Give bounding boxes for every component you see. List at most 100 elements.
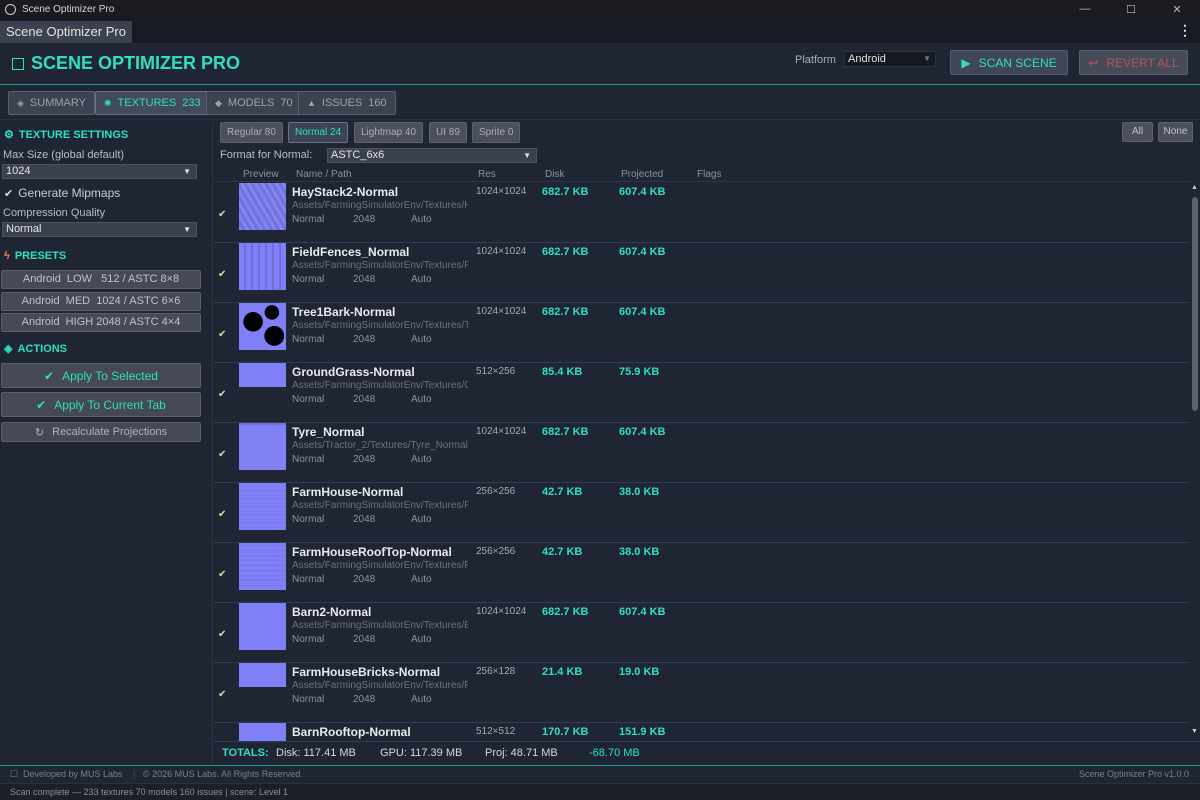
subtab-sprite[interactable]: Sprite 0 <box>472 122 521 143</box>
window-tab[interactable]: Scene Optimizer Pro <box>0 21 132 43</box>
table-row[interactable]: ✔ Tyre_Normal Assets/Tractor_2/Textures/… <box>214 423 1190 483</box>
row-checkbox[interactable]: ✔ <box>218 509 226 520</box>
subtab-lightmap[interactable]: Lightmap 40 <box>354 122 424 143</box>
max-size-select[interactable]: 1024 ▼ <box>2 164 197 179</box>
row-checkbox[interactable]: ✔ <box>218 449 226 460</box>
row-checkbox[interactable]: ✔ <box>218 569 226 580</box>
texture-compression: Auto <box>411 394 432 405</box>
texture-disk: 682.7 KB <box>542 306 589 318</box>
presets-title: ϟ PRESETS <box>4 250 66 262</box>
maximize-icon[interactable]: ☐ <box>1108 3 1154 16</box>
tab-issues[interactable]: ▲ ISSUES 160 <box>298 91 396 115</box>
tab-issues-label: ISSUES <box>321 97 363 109</box>
texture-max-size: 2048 <box>353 334 376 345</box>
scroll-up-icon[interactable]: ▲ <box>1191 184 1198 191</box>
tab-textures[interactable]: ✺ TEXTURES 233 <box>95 91 210 115</box>
texture-compression: Auto <box>411 694 432 705</box>
subtab-regular[interactable]: Regular 80 <box>220 122 283 143</box>
tab-models[interactable]: ◆ MODELS 70 <box>206 91 302 115</box>
header: SCENE OPTIMIZER PRO Platform Android ▼ ▶… <box>0 43 1200 85</box>
window-tab-bar: Scene Optimizer Pro ⋮ <box>0 18 1200 43</box>
select-none-button[interactable]: None <box>1158 122 1193 142</box>
texture-compression: Auto <box>411 634 432 645</box>
texture-max-size: 2048 <box>353 694 376 705</box>
row-checkbox[interactable]: ✔ <box>218 629 226 640</box>
mipmaps-checkbox[interactable]: ✔ Generate Mipmaps <box>4 186 120 200</box>
scan-scene-button[interactable]: ▶ SCAN SCENE <box>950 50 1068 75</box>
column-disk: Disk <box>545 169 565 180</box>
window-controls: — ☐ ✕ <box>1062 3 1200 16</box>
texture-compression: Auto <box>411 514 432 525</box>
texture-projected: 607.4 KB <box>619 606 666 618</box>
copyright: © 2026 MUS Labs. All Rights Reserved. <box>143 769 303 779</box>
texture-projected: 75.9 KB <box>619 366 660 378</box>
column-name: Name / Path <box>296 169 352 180</box>
tab-summary[interactable]: ◈ SUMMARY <box>8 91 95 115</box>
diamond-icon: ◈ <box>17 97 24 108</box>
checkmark-icon: ✔ <box>36 397 47 412</box>
format-select[interactable]: ASTC_6x6 ▼ <box>327 148 537 163</box>
table-row[interactable]: ✔ Barn2-Normal Assets/FarmingSimulatorEn… <box>214 603 1190 663</box>
column-projected: Projected <box>621 169 664 180</box>
row-checkbox[interactable]: ✔ <box>218 689 226 700</box>
preset-android-med-button[interactable]: Android MED 1024 / ASTC 6×6 <box>1 292 201 311</box>
subtab-ui[interactable]: UI 89 <box>429 122 467 143</box>
os-title: Scene Optimizer Pro <box>22 3 115 15</box>
table-row[interactable]: ✔ GroundGrass-Normal Assets/FarmingSimul… <box>214 363 1190 423</box>
list-scrollbar[interactable]: ▲ ▼ <box>1190 183 1200 739</box>
row-checkbox[interactable]: ✔ <box>218 389 226 400</box>
platform-select[interactable]: Android ▼ <box>844 51 936 67</box>
main-tabs: ◈ SUMMARY ✺ TEXTURES 233 ◆ MODELS 70 ▲ I… <box>0 86 1200 120</box>
texture-path: Assets/FarmingSimulatorEnv/Textures/H <box>292 200 468 211</box>
table-row[interactable]: ✔ FarmHouseBricks-Normal Assets/FarmingS… <box>214 663 1190 723</box>
apply-to-current-tab-button[interactable]: ✔ Apply To Current Tab <box>1 392 201 417</box>
table-row[interactable]: ✔ FarmHouseRoofTop-Normal Assets/Farming… <box>214 543 1190 603</box>
refresh-icon: ↻ <box>34 426 45 439</box>
texture-res: 256×128 <box>476 666 516 677</box>
revert-all-button[interactable]: ↩ REVERT ALL <box>1079 50 1188 75</box>
apply-to-selected-button[interactable]: ✔ Apply To Selected <box>1 363 201 388</box>
select-all-button[interactable]: All <box>1122 122 1153 142</box>
diamond-icon: ◆ <box>215 97 222 108</box>
texture-name: FieldFences_Normal <box>292 245 410 259</box>
info-icon: ☐ <box>10 769 19 779</box>
close-icon[interactable]: ✕ <box>1154 3 1200 16</box>
texture-disk: 682.7 KB <box>542 426 589 438</box>
table-row[interactable]: BarnRooftop-Normal 512×512 170.7 KB 151.… <box>214 723 1190 741</box>
row-checkbox[interactable]: ✔ <box>218 329 226 340</box>
table-row[interactable]: ✔ FarmHouse-Normal Assets/FarmingSimulat… <box>214 483 1190 543</box>
os-title-bar: Scene Optimizer Pro — ☐ ✕ <box>0 0 1200 18</box>
more-options-icon[interactable]: ⋮ <box>1178 22 1192 39</box>
totals-delta: -68.70 MB <box>589 747 640 759</box>
subtab-normal[interactable]: Normal 24 <box>288 122 349 143</box>
preset-android-low-button[interactable]: Android LOW 512 / ASTC 8×8 <box>1 270 201 289</box>
texture-name: HayStack2-Normal <box>292 185 399 199</box>
texture-res: 1024×1024 <box>476 426 527 437</box>
table-row[interactable]: ✔ FieldFences_Normal Assets/FarmingSimul… <box>214 243 1190 303</box>
totals-gpu: GPU: 117.39 MB <box>380 747 463 759</box>
table-row[interactable]: ✔ Tree1Bark-Normal Assets/FarmingSimulat… <box>214 303 1190 363</box>
row-checkbox[interactable]: ✔ <box>218 269 226 280</box>
texture-preview <box>239 603 286 650</box>
row-checkbox[interactable]: ✔ <box>218 209 226 220</box>
compression-select[interactable]: Normal ▼ <box>2 222 197 237</box>
texture-type: Normal <box>292 214 325 225</box>
app-logo-icon <box>12 57 24 70</box>
scroll-down-icon[interactable]: ▼ <box>1191 728 1198 735</box>
credits-footer: ☐ Developed by MUS Labs | © 2026 MUS Lab… <box>0 765 1200 782</box>
totals-label: TOTALS: <box>222 747 269 759</box>
texture-res: 512×256 <box>476 366 516 377</box>
recalculate-projections-button[interactable]: ↻ Recalculate Projections <box>1 422 201 442</box>
sidebar: ⚙ TEXTURE SETTINGS Max Size (global defa… <box>0 121 213 764</box>
texture-disk: 42.7 KB <box>542 546 583 558</box>
status-bar: Scan complete — 233 textures 70 models 1… <box>0 783 1200 800</box>
scrollbar-thumb[interactable] <box>1192 197 1198 411</box>
texture-compression: Auto <box>411 454 432 465</box>
preset-android-high-button[interactable]: Android HIGH 2048 / ASTC 4×4 <box>1 313 201 332</box>
texture-disk: 85.4 KB <box>542 366 583 378</box>
texture-type: Normal <box>292 514 325 525</box>
texture-compression: Auto <box>411 574 432 585</box>
table-row[interactable]: ✔ HayStack2-Normal Assets/FarmingSimulat… <box>214 183 1190 243</box>
minimize-icon[interactable]: — <box>1062 3 1108 16</box>
texture-max-size: 2048 <box>353 394 376 405</box>
